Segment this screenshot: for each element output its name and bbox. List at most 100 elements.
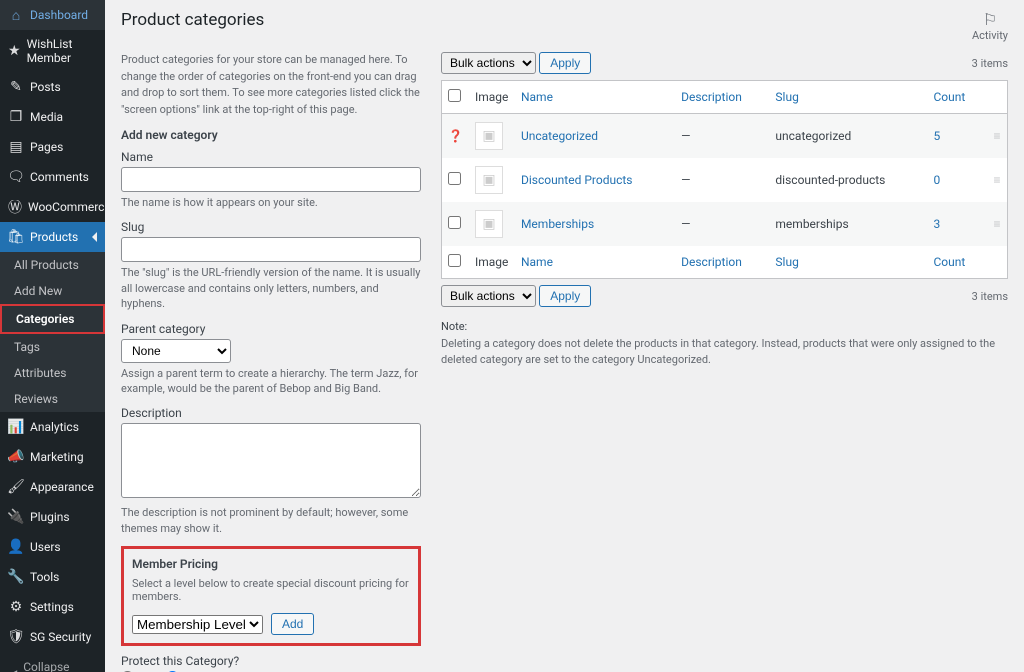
- row-name-link[interactable]: Memberships: [521, 217, 594, 231]
- mp-level-select[interactable]: Membership Level: [132, 615, 263, 634]
- comment-icon: 🗨: [8, 169, 24, 185]
- page-icon: ▤: [8, 139, 24, 155]
- select-all-top[interactable]: [448, 89, 461, 102]
- image-placeholder-icon: ▣: [475, 122, 503, 150]
- media-icon: ❐: [8, 109, 24, 125]
- sub-tags[interactable]: Tags: [0, 334, 105, 360]
- sub-attributes[interactable]: Attributes: [0, 360, 105, 386]
- row-checkbox[interactable]: [448, 172, 461, 185]
- parent-help: Assign a parent term to create a hierarc…: [121, 366, 421, 397]
- col-name[interactable]: Name: [515, 81, 675, 114]
- plugin-icon: 🔌: [8, 509, 24, 525]
- menu-dashboard[interactable]: ⌂Dashboard: [0, 0, 105, 30]
- topbar: Product categories ⚐Activity: [105, 0, 1024, 42]
- menu-label: Marketing: [30, 450, 84, 464]
- drag-handle-icon[interactable]: ≡: [988, 202, 1008, 246]
- menu-pages[interactable]: ▤ Pages: [0, 132, 105, 162]
- name-input[interactable]: [121, 167, 421, 192]
- shield-icon: 🛡: [8, 629, 24, 645]
- wrench-icon: 🔧: [8, 569, 24, 585]
- parent-field: Parent category None Assign a parent ter…: [121, 322, 421, 397]
- menu-label: Pages: [30, 140, 63, 154]
- menu-media[interactable]: ❐ Media: [0, 102, 105, 132]
- row-name-link[interactable]: Uncategorized: [521, 129, 598, 143]
- name-label: Name: [121, 150, 421, 164]
- woo-icon: Ⓦ: [8, 199, 22, 215]
- slug-input[interactable]: [121, 237, 421, 262]
- bulk-actions-select-top[interactable]: Bulk actions: [441, 52, 536, 74]
- menu-wishlist[interactable]: ★WishList Member: [0, 30, 105, 72]
- description-field: Description The description is not promi…: [121, 406, 421, 536]
- row-count-link[interactable]: 3: [934, 217, 941, 231]
- brush-icon: 🖌: [8, 479, 24, 495]
- menu-label: Dashboard: [30, 8, 88, 22]
- col-image: Image: [469, 246, 515, 279]
- col-name[interactable]: Name: [515, 246, 675, 279]
- row-name-link[interactable]: Discounted Products: [521, 173, 633, 187]
- menu-label: WishList Member: [27, 37, 97, 65]
- content-columns: Product categories for your store can be…: [105, 42, 1024, 672]
- categories-table: Image Name Description Slug Count ❓ ▣ Un…: [441, 80, 1008, 279]
- sub-reviews[interactable]: Reviews: [0, 386, 105, 412]
- col-slug[interactable]: Slug: [769, 81, 927, 114]
- menu-label: Media: [30, 110, 63, 124]
- sub-categories[interactable]: Categories: [2, 306, 103, 332]
- bulk-actions-select-bottom[interactable]: Bulk actions: [441, 285, 536, 307]
- menu-label: Plugins: [30, 510, 70, 524]
- menu-posts[interactable]: ✎ Posts: [0, 72, 105, 102]
- megaphone-icon: 📣: [8, 449, 24, 465]
- row-count-link[interactable]: 5: [934, 129, 941, 143]
- row-slug: uncategorized: [769, 114, 927, 159]
- row-count-link[interactable]: 0: [934, 173, 941, 187]
- drag-handle-icon[interactable]: ≡: [988, 114, 1008, 159]
- table-row: ▣ Discounted Products — discounted-produ…: [442, 158, 1008, 202]
- menu-label: Tools: [30, 570, 59, 584]
- row-slug: memberships: [769, 202, 927, 246]
- row-desc: —: [675, 202, 769, 246]
- drag-handle-icon[interactable]: ≡: [988, 158, 1008, 202]
- select-all-bottom[interactable]: [448, 254, 461, 267]
- apply-button-top[interactable]: Apply: [539, 52, 591, 74]
- apply-button-bottom[interactable]: Apply: [539, 285, 591, 307]
- menu-products[interactable]: 🛍Products: [0, 222, 105, 252]
- flag-icon: ⚐: [972, 10, 1008, 29]
- desc-label: Description: [121, 406, 421, 420]
- menu-appearance[interactable]: 🖌Appearance: [0, 472, 105, 502]
- items-count-bottom: 3 items: [972, 290, 1008, 303]
- menu-tools[interactable]: 🔧 Tools: [0, 562, 105, 592]
- col-count[interactable]: Count: [928, 246, 988, 279]
- menu-woocommerce[interactable]: ⓌWooCommerce: [0, 192, 105, 222]
- parent-select[interactable]: None: [121, 339, 231, 363]
- activity-panel[interactable]: ⚐Activity: [972, 10, 1008, 42]
- row-checkbox[interactable]: [448, 216, 461, 229]
- mp-add-button[interactable]: Add: [271, 613, 314, 635]
- sub-add-new[interactable]: Add New: [0, 278, 105, 304]
- name-field: Name The name is how it appears on your …: [121, 150, 421, 210]
- col-desc[interactable]: Description: [675, 246, 769, 279]
- menu-analytics[interactable]: 📊Analytics: [0, 412, 105, 442]
- delete-note: Note: Deleting a category does not delet…: [441, 319, 1008, 369]
- menu-plugins[interactable]: 🔌 Plugins: [0, 502, 105, 532]
- col-image: Image: [469, 81, 515, 114]
- collapse-menu[interactable]: ◀Collapse menu: [0, 652, 105, 672]
- user-icon: 👤: [8, 539, 24, 555]
- sub-all-products[interactable]: All Products: [0, 252, 105, 278]
- menu-comments[interactable]: 🗨Comments: [0, 162, 105, 192]
- menu-settings[interactable]: ⚙Settings: [0, 592, 105, 622]
- menu-label: Users: [30, 540, 61, 554]
- col-desc[interactable]: Description: [675, 81, 769, 114]
- table-row: ❓ ▣ Uncategorized — uncategorized 5 ≡: [442, 114, 1008, 159]
- menu-marketing[interactable]: 📣 Marketing: [0, 442, 105, 472]
- menu-users[interactable]: 👤 Users: [0, 532, 105, 562]
- activity-label: Activity: [972, 29, 1008, 42]
- col-count[interactable]: Count: [928, 81, 988, 114]
- pin-icon: ✎: [8, 79, 24, 95]
- desc-textarea[interactable]: [121, 423, 421, 498]
- col-slug[interactable]: Slug: [769, 246, 927, 279]
- slug-label: Slug: [121, 220, 421, 234]
- protect-field: Protect this Category? Yes No: [121, 654, 421, 672]
- menu-sg-security[interactable]: 🛡SG Security: [0, 622, 105, 652]
- products-submenu: All Products Add New Categories Tags Att…: [0, 252, 105, 412]
- image-placeholder-icon: ▣: [475, 166, 503, 194]
- menu-label: Posts: [30, 80, 61, 94]
